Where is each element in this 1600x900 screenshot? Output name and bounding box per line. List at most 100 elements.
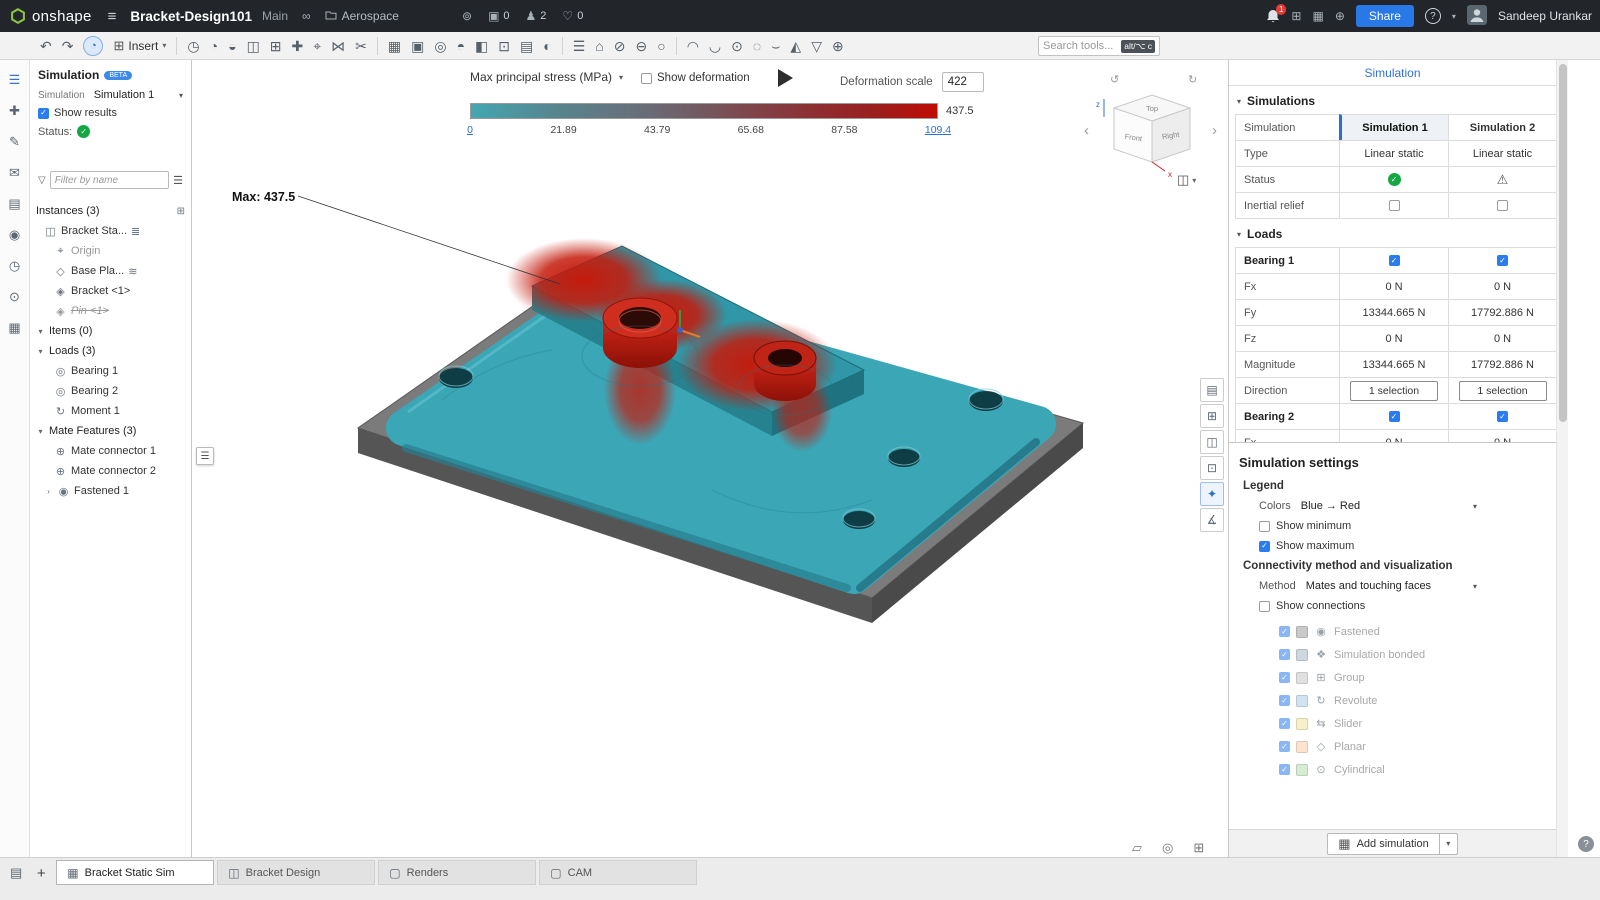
appearance-panel-icon[interactable]: ⊞ [1200,404,1224,428]
toolbar-tool-icon[interactable]: ⌖ [313,39,321,53]
right-scrollbar[interactable] [1556,60,1568,857]
likes-stat[interactable]: ♡0 [562,9,583,23]
show-deformation-checkbox[interactable] [641,73,652,84]
onshape-logo-icon[interactable] [10,8,26,24]
toolbar-tool-icon[interactable]: ◌ [753,39,761,53]
help-floating-button[interactable]: ? [1578,836,1594,852]
connection-type-checkbox[interactable]: ✓ [1279,718,1290,729]
search-tools-input[interactable]: Search tools... alt/⌥ c [1038,36,1160,56]
show-connections-row[interactable]: Show connections [1259,600,1546,612]
tree-item-mate-connector-1[interactable]: ⊕ Mate connector 1 [30,441,191,461]
toolbar-tool-icon[interactable]: ▽ [811,39,822,53]
simulations-section-header[interactable]: ▾ Simulations [1229,86,1556,114]
list-options-icon[interactable]: ☰ [173,174,183,187]
bearing-1-checkbox[interactable]: ✓ [1497,255,1508,266]
colors-dropdown-row[interactable]: Colors Blue → Red ▾ [1259,500,1477,512]
tree-item-bracket[interactable]: ◈ Bracket <1> [30,281,191,301]
legend-min-input[interactable]: 0 [467,124,473,136]
redo-button[interactable]: ↷ [62,39,74,53]
connection-type-checkbox[interactable]: ✓ [1279,626,1290,637]
search-panel-icon[interactable]: ⊙ [9,289,20,305]
structure-panel-icon[interactable]: ☰ [9,72,21,88]
undo-button[interactable]: ↶ [40,39,52,53]
selection-list-flyout-button[interactable]: ☰ [196,447,214,465]
flange-hole[interactable] [888,447,920,467]
document-title[interactable]: Bracket-Design101 [130,9,252,24]
chevron-right-icon[interactable]: › [44,487,53,496]
toolbar-tool-icon[interactable]: ◷ [187,39,199,53]
manage-tabs-icon[interactable]: ▤ [10,865,22,881]
toolbar-tool-icon[interactable]: ◔ [210,39,218,53]
toolbar-tool-icon[interactable]: ✂ [355,39,367,53]
bearing-2-checkbox[interactable]: ✓ [1389,411,1400,422]
filter-icon[interactable]: ▽ [38,175,46,186]
rotate-cw-icon[interactable]: ↻ [1188,74,1197,86]
camera-orbit-icon[interactable]: ◎ [1162,840,1173,856]
tree-item-fastened-1[interactable]: › ◉ Fastened 1 [30,481,191,501]
connection-type-checkbox[interactable]: ✓ [1279,764,1290,775]
parts-panel-icon[interactable]: ◉ [9,227,20,243]
boss-hole[interactable] [768,349,802,367]
versions-stat[interactable]: ⊚ [462,9,472,23]
project-name[interactable]: Aerospace [342,9,399,23]
scrollbar-thumb[interactable] [1559,64,1567,422]
toolbar-tool-icon[interactable]: ▦ [388,39,401,53]
connection-type-checkbox[interactable]: ✓ [1279,695,1290,706]
tree-item-bearing-1[interactable]: ◎ Bearing 1 [30,361,191,381]
bearing-1-checkbox[interactable]: ✓ [1389,255,1400,266]
tree-item-bearing-2[interactable]: ◎ Bearing 2 [30,381,191,401]
tree-item-origin[interactable]: ⌖ Origin [30,241,191,261]
bearing-2-checkbox[interactable]: ✓ [1497,411,1508,422]
display-options-button[interactable]: ◫ ▾ [1177,172,1196,188]
toolbar-tool-icon[interactable]: ▣ [411,39,424,53]
toolbar-tool-icon[interactable]: ◡ [709,39,721,53]
toolbar-tool-icon[interactable]: ⊖ [635,39,647,53]
instances-section-header[interactable]: Instances (3) ⊞ [30,201,191,221]
direction-selection-box[interactable]: 1 selection [1350,381,1438,401]
user-avatar[interactable] [1467,5,1487,28]
tab-cam[interactable]: ▢ CAM [539,860,697,885]
toolbar-tool-icon[interactable]: ◓ [457,39,465,53]
toolbar-tool-icon[interactable]: ✚ [292,39,304,53]
rotate-left-arrow-icon[interactable]: ‹ [1084,122,1089,139]
3d-viewport[interactable]: Max: 437.5 Max principal stress (MPa) ▾ … [192,60,1228,857]
toolbar-tool-icon[interactable]: ◭ [790,39,801,53]
show-minimum-checkbox[interactable] [1259,521,1270,532]
inertial-relief-checkbox[interactable] [1389,200,1400,211]
chevron-down-icon[interactable]: ▾ [1452,12,1456,21]
column-header-simulation-1[interactable]: Simulation 1 [1339,114,1448,140]
connection-type-checkbox[interactable]: ✓ [1279,672,1290,683]
toolbar-tool-icon[interactable]: ○ [657,39,665,53]
help-icon[interactable]: ? [1425,8,1441,24]
appearance-panel-icon[interactable]: ✎ [9,134,20,150]
simulation-panel-icon[interactable]: ✦ [1200,482,1224,506]
show-maximum-checkbox[interactable]: ✓ [1259,541,1270,552]
add-tab-button[interactable]: + [29,862,53,885]
main-menu-icon[interactable]: ≡ [108,8,117,25]
sheet-view-icon[interactable]: ▱ [1132,840,1142,856]
items-section-header[interactable]: ▾ Items (0) [30,321,191,341]
connection-type-checkbox[interactable]: ✓ [1279,741,1290,752]
add-simulation-button[interactable]: ▦ Add simulation [1327,833,1439,855]
history-panel-icon[interactable]: ◷ [9,258,20,274]
view-cube[interactable]: ‹ › ↺ ↻ Top Front Right z x [1062,65,1228,200]
link-icon[interactable]: ∞ [302,9,311,23]
toolbar-tool-icon[interactable]: ◠ [687,39,699,53]
toolbar-tool-icon[interactable]: ⌂ [595,39,603,53]
toolbar-tool-icon[interactable]: ⊕ [832,39,844,53]
column-header-simulation-2[interactable]: Simulation 2 [1448,114,1556,140]
tab-renders[interactable]: ▢ Renders [378,860,536,885]
loads-section-header[interactable]: ▾ Loads (3) [30,341,191,361]
panel-list-icon[interactable]: ▤ [1200,378,1224,402]
show-deformation-row[interactable]: Show deformation [641,72,750,84]
show-maximum-row[interactable]: ✓ Show maximum [1259,540,1546,552]
show-connections-checkbox[interactable] [1259,601,1270,612]
share-button[interactable]: Share [1356,5,1414,27]
notes-panel-icon[interactable]: ▤ [8,196,20,212]
spreadsheet-icon[interactable]: ⊞ [1291,9,1301,23]
brand-name[interactable]: onshape [32,8,92,25]
method-dropdown-row[interactable]: Method Mates and touching faces ▾ [1259,580,1477,592]
toolbar-tool-icon[interactable]: ◐ [543,39,551,53]
direction-selection-box[interactable]: 1 selection [1459,381,1547,401]
insert-button[interactable]: ⊞ Insert ▾ [113,38,166,54]
